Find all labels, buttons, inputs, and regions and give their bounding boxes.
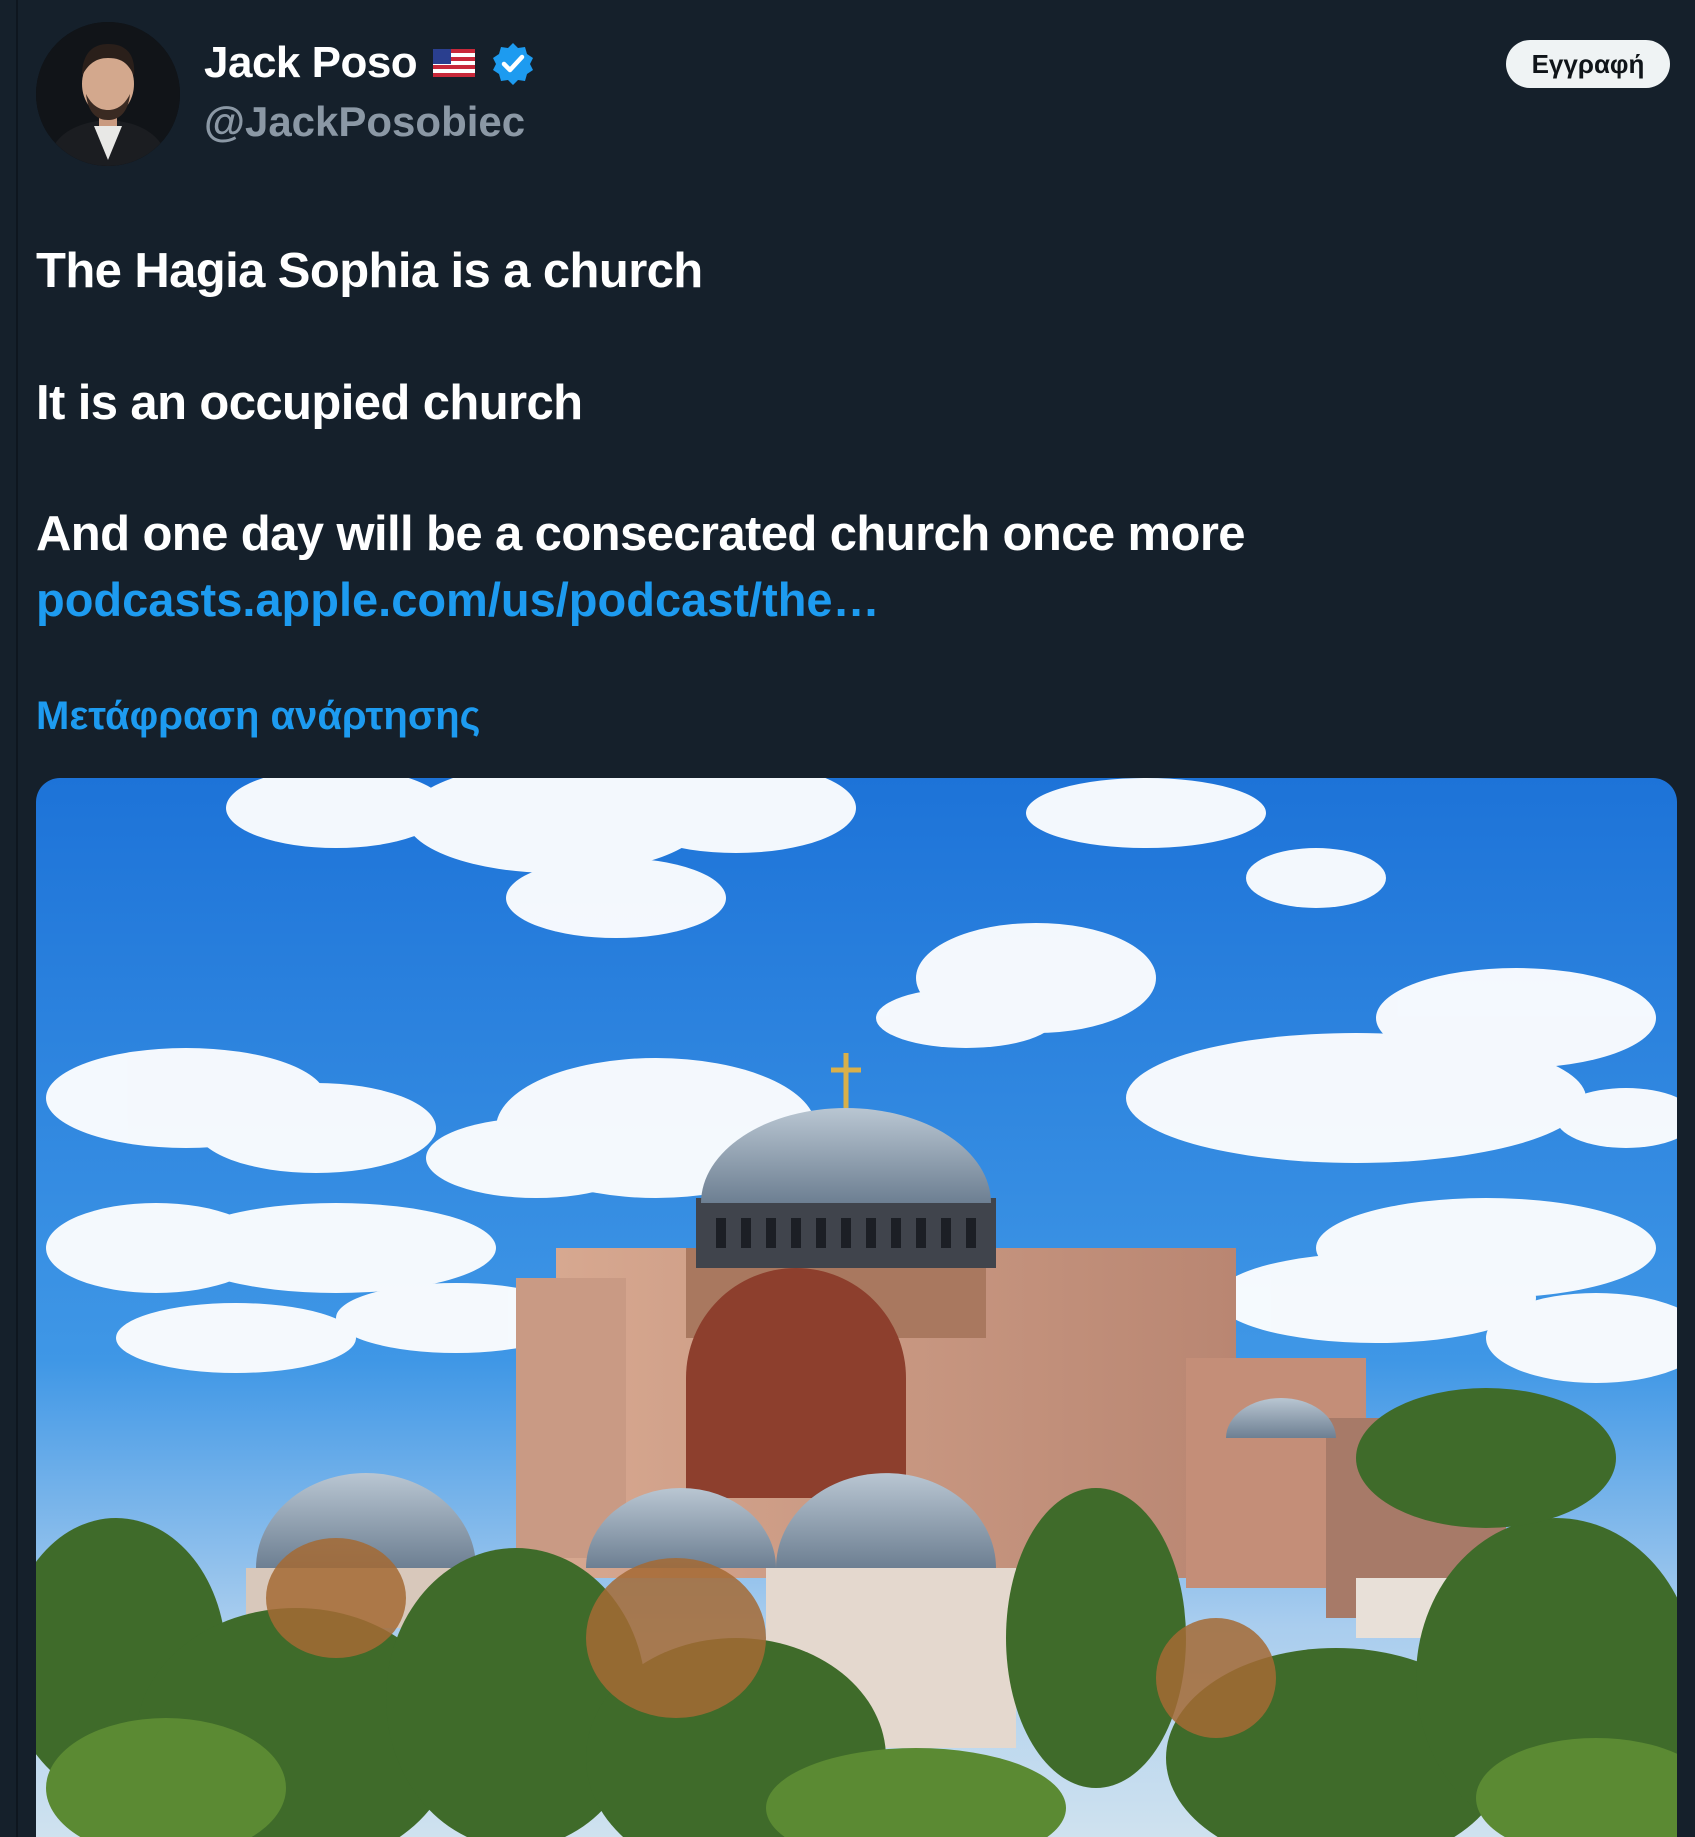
follow-button[interactable]: Εγγραφή [1506,40,1670,88]
translate-post-link[interactable]: Μετάφραση ανάρτησης [36,694,480,739]
timeline-border [16,0,18,1837]
tweet: Jack Poso @JackPosobiec Εγγραφή The Hagi… [36,0,1677,1837]
us-flag-icon [433,49,476,77]
verified-badge-icon[interactable] [491,41,535,85]
author-handle[interactable]: @JackPosobiec [204,98,525,146]
post-text-line: It is an occupied church [36,376,583,430]
post-text-line: The Hagia Sophia is a church [36,244,703,298]
avatar[interactable] [36,22,180,166]
author-display-name[interactable]: Jack Poso [204,38,418,88]
post-link[interactable]: podcasts.apple.com/us/podcast/the… [36,572,880,627]
post-image[interactable] [36,778,1677,1837]
post-text-line: And one day will be a consecrated church… [36,507,1246,561]
author-name-row: Jack Poso [204,38,535,88]
